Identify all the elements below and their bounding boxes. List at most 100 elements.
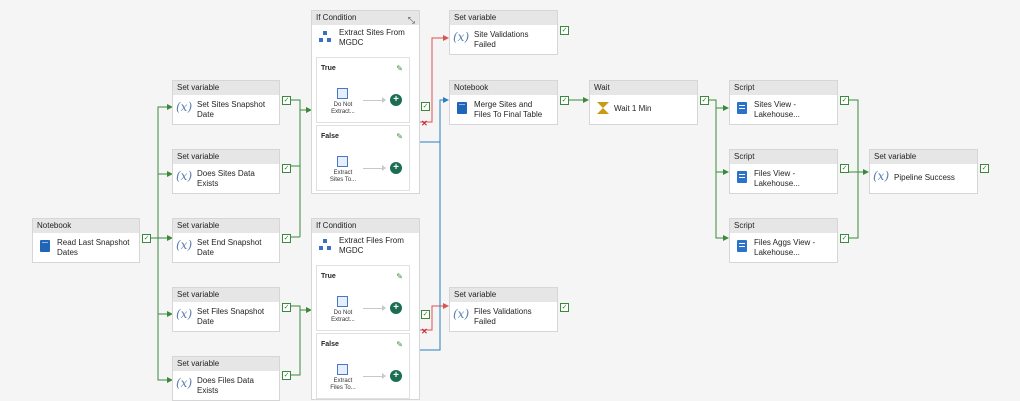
node-type: If Condition bbox=[316, 221, 357, 230]
variable-icon: (x) bbox=[873, 169, 890, 183]
script-icon bbox=[737, 240, 747, 252]
node-label: Set End Snapshot Date bbox=[197, 238, 262, 257]
branch-label: False bbox=[321, 133, 339, 140]
connection-layer bbox=[150, 35, 869, 383]
node-label: Does Files Data Exists bbox=[197, 376, 254, 395]
success-check-icon: ✓ bbox=[282, 234, 291, 243]
activity-icon bbox=[337, 156, 348, 167]
true-branch[interactable]: True ✎ Do Not Extract... + bbox=[316, 265, 410, 331]
setvar-does-files-data-exists[interactable]: Set variable (x) Does Files Data Exists bbox=[172, 356, 280, 401]
activity-label: Extract Sites To... bbox=[329, 170, 357, 183]
branch-arrow bbox=[363, 305, 386, 311]
collapse-icon[interactable]: ⤡ bbox=[408, 13, 415, 27]
false-branch[interactable]: False ✎ Extract Files To... + bbox=[316, 333, 410, 399]
success-check-icon: ✓ bbox=[700, 96, 709, 105]
success-check-icon: ✓ bbox=[282, 303, 291, 312]
node-label: Extract Files From MGDC bbox=[339, 236, 404, 255]
script-files-view[interactable]: Script Files View - Lakehouse... bbox=[729, 149, 838, 194]
node-label: Wait 1 Min bbox=[614, 104, 652, 113]
activity-label: Extract Files To... bbox=[330, 378, 356, 391]
notebook-merge-sites-and-files[interactable]: Notebook Merge Sites and Files To Final T… bbox=[449, 80, 558, 125]
node-type: Set variable bbox=[450, 11, 557, 25]
edit-icon[interactable]: ✎ bbox=[396, 132, 403, 141]
branch-arrow bbox=[363, 373, 386, 379]
branch-label: False bbox=[321, 341, 339, 348]
success-check-icon: ✓ bbox=[421, 102, 430, 111]
script-icon bbox=[737, 102, 747, 114]
node-type: If Condition bbox=[316, 13, 357, 22]
variable-icon: (x) bbox=[453, 307, 470, 321]
branch-arrow bbox=[363, 165, 386, 171]
variable-icon: (x) bbox=[176, 307, 193, 321]
node-label: Does Sites Data Exists bbox=[197, 169, 255, 188]
true-branch[interactable]: True ✎ Do Not Extract... + bbox=[316, 57, 410, 123]
edit-icon[interactable]: ✎ bbox=[396, 272, 403, 281]
activity-label: Do Not Extract... bbox=[331, 310, 355, 323]
hourglass-icon bbox=[597, 102, 609, 114]
edit-icon[interactable]: ✎ bbox=[396, 64, 403, 73]
fail-icon: ✕ bbox=[421, 327, 428, 336]
add-activity-icon[interactable]: + bbox=[390, 302, 402, 314]
setvar-does-sites-data-exists[interactable]: Set variable (x) Does Sites Data Exists bbox=[172, 149, 280, 194]
activity-icon bbox=[337, 88, 348, 99]
variable-icon: (x) bbox=[176, 376, 193, 390]
node-label: Pipeline Success bbox=[894, 173, 955, 182]
activity-icon bbox=[337, 364, 348, 375]
success-check-icon: ✓ bbox=[980, 164, 989, 173]
setvar-files-validations-failed[interactable]: Set variable (x) Files Validations Failed bbox=[449, 287, 558, 332]
variable-icon: (x) bbox=[176, 238, 193, 252]
node-label: Set Files Snapshot Date bbox=[197, 307, 265, 326]
add-activity-icon[interactable]: + bbox=[390, 162, 402, 174]
node-type: Notebook bbox=[33, 219, 139, 233]
node-type: Set variable bbox=[173, 81, 279, 95]
branch-arrow bbox=[363, 97, 386, 103]
edit-icon[interactable]: ✎ bbox=[396, 340, 403, 349]
setvar-set-end-snapshot-date[interactable]: Set variable (x) Set End Snapshot Date bbox=[172, 218, 280, 263]
link-wait-to-scripts bbox=[708, 99, 729, 111]
node-label: Site Validations Failed bbox=[474, 30, 529, 49]
setvar-set-sites-snapshot-date[interactable]: Set variable (x) Set Sites Snapshot Date bbox=[172, 80, 280, 125]
script-sites-view[interactable]: Script Sites View - Lakehouse... bbox=[729, 80, 838, 125]
variable-icon: (x) bbox=[176, 169, 193, 183]
node-type: Set variable bbox=[173, 150, 279, 164]
node-type: Set variable bbox=[173, 288, 279, 302]
success-check-icon: ✓ bbox=[421, 310, 430, 319]
success-check-icon: ✓ bbox=[282, 371, 291, 380]
fail-icon: ✕ bbox=[421, 119, 428, 128]
script-files-aggs-view[interactable]: Script Files Aggs View - Lakehouse... bbox=[729, 218, 838, 263]
activity-label: Do Not Extract... bbox=[331, 102, 355, 115]
setvar-pipeline-success[interactable]: Set variable (x) Pipeline Success bbox=[869, 149, 978, 194]
node-type: Notebook bbox=[450, 81, 557, 95]
setvar-set-files-snapshot-date[interactable]: Set variable (x) Set Files Snapshot Date bbox=[172, 287, 280, 332]
node-type: Set variable bbox=[450, 288, 557, 302]
branch-label: True bbox=[321, 65, 336, 72]
if-condition-extract-files[interactable]: If Condition Extract Files From MGDC True… bbox=[311, 218, 420, 400]
branch-label: True bbox=[321, 273, 336, 280]
false-branch[interactable]: False ✎ Extract Sites To... + bbox=[316, 125, 410, 191]
if-condition-extract-sites[interactable]: If Condition ⤡ Extract Sites From MGDC Tru… bbox=[311, 10, 420, 194]
node-label: Set Sites Snapshot Date bbox=[197, 100, 266, 119]
add-activity-icon[interactable]: + bbox=[390, 94, 402, 106]
node-label: Read Last Snapshot Dates bbox=[57, 238, 130, 257]
variable-icon: (x) bbox=[453, 30, 470, 44]
success-check-icon: ✓ bbox=[840, 234, 849, 243]
link-into-if-sites bbox=[299, 107, 312, 237]
node-type: Script bbox=[730, 81, 837, 95]
node-label: Files Aggs View - Lakehouse... bbox=[754, 238, 816, 257]
notebook-read-last-snapshot-dates[interactable]: Notebook Read Last Snapshot Dates bbox=[32, 218, 140, 263]
node-type: Script bbox=[730, 219, 837, 233]
node-type: Script bbox=[730, 150, 837, 164]
success-check-icon: ✓ bbox=[560, 303, 569, 312]
success-check-icon: ✓ bbox=[840, 96, 849, 105]
wait-1-min[interactable]: Wait Wait 1 Min bbox=[589, 80, 698, 125]
notebook-icon bbox=[40, 240, 50, 252]
link-read-to-files-exists bbox=[157, 314, 173, 383]
success-check-icon: ✓ bbox=[282, 96, 291, 105]
success-check-icon: ✓ bbox=[560, 96, 569, 105]
node-label: Extract Sites From MGDC bbox=[339, 28, 405, 47]
script-icon bbox=[737, 171, 747, 183]
if-condition-icon bbox=[319, 239, 331, 251]
setvar-site-validations-failed[interactable]: Set variable (x) Site Validations Failed bbox=[449, 10, 558, 55]
node-type: Set variable bbox=[173, 357, 279, 371]
add-activity-icon[interactable]: + bbox=[390, 370, 402, 382]
